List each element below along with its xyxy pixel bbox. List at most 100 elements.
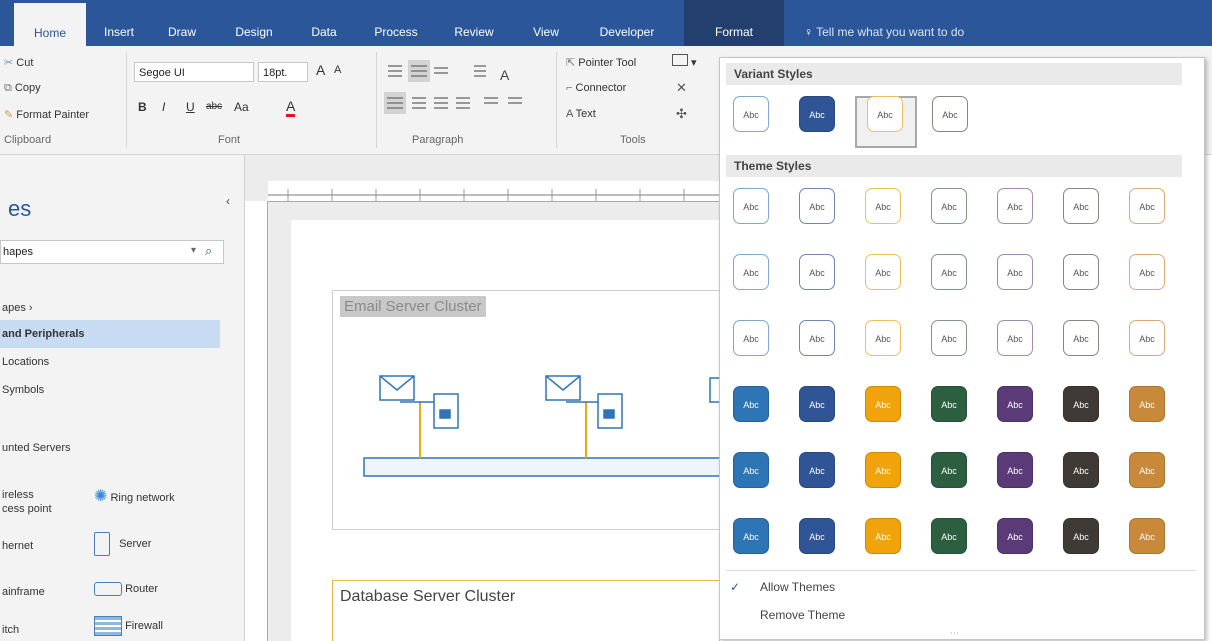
remove-theme-option[interactable]: Remove Theme bbox=[760, 608, 845, 622]
italic-button[interactable]: I bbox=[162, 100, 165, 114]
search-shapes-input[interactable]: hapes ▾ ⌕ bbox=[0, 240, 224, 264]
theme-style-swatch-r6-c2[interactable]: Abc bbox=[799, 518, 835, 554]
theme-style-swatch-r6-c1[interactable]: Abc bbox=[733, 518, 769, 554]
tab-draw[interactable]: Draw bbox=[160, 0, 204, 46]
theme-style-swatch-r6-c7[interactable]: Abc bbox=[1129, 518, 1165, 554]
theme-style-swatch-r5-c5[interactable]: Abc bbox=[997, 452, 1033, 488]
theme-style-swatch-r5-c2[interactable]: Abc bbox=[799, 452, 835, 488]
theme-style-swatch-r3-c2[interactable]: Abc bbox=[799, 320, 835, 356]
rectangle-shape-button[interactable]: ▾ bbox=[672, 54, 697, 69]
theme-style-swatch-r6-c3[interactable]: Abc bbox=[865, 518, 901, 554]
theme-style-swatch-r3-c3[interactable]: Abc bbox=[865, 320, 901, 356]
theme-style-swatch-r1-c4[interactable]: Abc bbox=[931, 188, 967, 224]
tab-review[interactable]: Review bbox=[446, 0, 502, 46]
tab-view[interactable]: View bbox=[526, 0, 566, 46]
allow-themes-option[interactable]: Allow Themes bbox=[760, 580, 835, 594]
theme-style-swatch-r2-c4[interactable]: Abc bbox=[931, 254, 967, 290]
theme-style-swatch-r2-c7[interactable]: Abc bbox=[1129, 254, 1165, 290]
container-title-email[interactable]: Email Server Cluster bbox=[340, 296, 486, 317]
theme-style-swatch-r3-c1[interactable]: Abc bbox=[733, 320, 769, 356]
shrink-font-button[interactable]: A bbox=[334, 64, 341, 76]
stencil-shape-ethernet[interactable]: hernet bbox=[2, 540, 33, 552]
grow-font-button[interactable]: A bbox=[316, 62, 325, 78]
search-icon[interactable]: ⌕ bbox=[205, 243, 212, 259]
theme-style-swatch-r2-c6[interactable]: Abc bbox=[1063, 254, 1099, 290]
container-title-database[interactable]: Database Server Cluster bbox=[340, 588, 515, 606]
pointer-tool-button[interactable]: ⇱ Pointer Tool bbox=[566, 56, 636, 69]
strikethrough-button[interactable]: abc bbox=[206, 101, 222, 112]
theme-style-swatch-r1-c6[interactable]: Abc bbox=[1063, 188, 1099, 224]
stencil-shape-server[interactable]: Server bbox=[94, 532, 151, 556]
stencil-shape-switch[interactable]: itch bbox=[2, 624, 19, 636]
format-painter-button[interactable]: ✎ Format Painter bbox=[4, 108, 89, 121]
tab-design[interactable]: Design bbox=[228, 0, 280, 46]
tab-insert[interactable]: Insert bbox=[96, 0, 142, 46]
change-case-button[interactable]: Aa bbox=[234, 100, 249, 114]
connector-button[interactable]: ⌐ Connector bbox=[566, 82, 626, 94]
theme-style-swatch-r2-c3[interactable]: Abc bbox=[865, 254, 901, 290]
tab-developer[interactable]: Developer bbox=[586, 0, 668, 46]
theme-style-swatch-r2-c1[interactable]: Abc bbox=[733, 254, 769, 290]
theme-style-swatch-r6-c5[interactable]: Abc bbox=[997, 518, 1033, 554]
variant-style-swatch-3[interactable]: Abc bbox=[867, 96, 903, 132]
font-color-button[interactable]: A bbox=[286, 98, 296, 117]
theme-style-swatch-r3-c6[interactable]: Abc bbox=[1063, 320, 1099, 356]
stencil-rack-mounted-servers[interactable]: unted Servers bbox=[2, 442, 70, 454]
theme-style-swatch-r5-c7[interactable]: Abc bbox=[1129, 452, 1165, 488]
theme-style-swatch-r4-c4[interactable]: Abc bbox=[931, 386, 967, 422]
font-family-combo[interactable]: Segoe UI bbox=[134, 62, 254, 82]
font-size-combo[interactable]: 18pt. bbox=[258, 62, 308, 82]
resize-grip-icon[interactable]: ⋯ bbox=[950, 628, 959, 639]
theme-style-swatch-r2-c2[interactable]: Abc bbox=[799, 254, 835, 290]
theme-style-swatch-r4-c7[interactable]: Abc bbox=[1129, 386, 1165, 422]
theme-style-swatch-r4-c5[interactable]: Abc bbox=[997, 386, 1033, 422]
tab-process[interactable]: Process bbox=[366, 0, 426, 46]
variant-style-swatch-2[interactable]: Abc bbox=[799, 96, 835, 132]
stencil-shape-ring-network[interactable]: ✺ Ring network bbox=[94, 486, 175, 506]
variant-style-swatch-1[interactable]: Abc bbox=[733, 96, 769, 132]
theme-style-swatch-r3-c4[interactable]: Abc bbox=[931, 320, 967, 356]
theme-style-swatch-r1-c7[interactable]: Abc bbox=[1129, 188, 1165, 224]
dropdown-arrow-icon[interactable]: ▾ bbox=[191, 245, 196, 256]
tell-me-box[interactable]: ♀ Tell me what you want to do bbox=[804, 0, 1044, 46]
stencil-shape-firewall[interactable]: Firewall bbox=[94, 616, 163, 636]
theme-style-swatch-r5-c1[interactable]: Abc bbox=[733, 452, 769, 488]
tab-data[interactable]: Data bbox=[304, 0, 344, 46]
variant-style-swatch-4[interactable]: Abc bbox=[932, 96, 968, 132]
stencil-locations[interactable]: Locations bbox=[2, 356, 49, 368]
cut-button[interactable]: ✂ Cut bbox=[4, 56, 33, 69]
theme-style-swatch-r5-c3[interactable]: Abc bbox=[865, 452, 901, 488]
connection-point-icon[interactable]: ✣ bbox=[676, 106, 687, 122]
theme-style-swatch-r3-c5[interactable]: Abc bbox=[997, 320, 1033, 356]
theme-style-swatch-r1-c3[interactable]: Abc bbox=[865, 188, 901, 224]
stencil-shape-mainframe[interactable]: ainframe bbox=[2, 586, 45, 598]
alignment-icons: A bbox=[384, 60, 522, 114]
stencil-computers-peripherals[interactable]: and Peripherals bbox=[2, 328, 85, 340]
theme-style-swatch-r5-c4[interactable]: Abc bbox=[931, 452, 967, 488]
copy-button[interactable]: ⧉ Copy bbox=[4, 82, 41, 95]
theme-style-swatch-r4-c3[interactable]: Abc bbox=[865, 386, 901, 422]
theme-style-swatch-r5-c6[interactable]: Abc bbox=[1063, 452, 1099, 488]
theme-style-swatch-r3-c7[interactable]: Abc bbox=[1129, 320, 1165, 356]
underline-button[interactable]: U bbox=[186, 100, 195, 114]
tab-format[interactable]: Format bbox=[684, 0, 784, 46]
theme-style-swatch-r1-c1[interactable]: Abc bbox=[733, 188, 769, 224]
theme-style-swatch-r4-c2[interactable]: Abc bbox=[799, 386, 835, 422]
shapes-nav-more-shapes[interactable]: apes › bbox=[2, 302, 33, 314]
stencil-symbols[interactable]: Symbols bbox=[2, 384, 44, 396]
theme-style-swatch-r6-c4[interactable]: Abc bbox=[931, 518, 967, 554]
stencil-shape-router[interactable]: Router bbox=[94, 582, 158, 596]
theme-style-swatch-r2-c5[interactable]: Abc bbox=[997, 254, 1033, 290]
tab-home[interactable]: Home bbox=[14, 0, 86, 52]
stencil-shape-wireless-access-point[interactable]: ireless cess point bbox=[2, 488, 52, 516]
close-icon[interactable]: ✕ bbox=[676, 80, 687, 96]
theme-style-swatch-r4-c1[interactable]: Abc bbox=[733, 386, 769, 422]
theme-style-swatch-r1-c2[interactable]: Abc bbox=[799, 188, 835, 224]
text-tool-button[interactable]: A Text bbox=[566, 108, 596, 120]
brush-icon: ✎ bbox=[4, 109, 14, 121]
bold-button[interactable]: B bbox=[138, 100, 147, 114]
theme-style-swatch-r1-c5[interactable]: Abc bbox=[997, 188, 1033, 224]
theme-style-swatch-r4-c6[interactable]: Abc bbox=[1063, 386, 1099, 422]
collapse-pane-icon[interactable]: ‹ bbox=[226, 194, 230, 208]
theme-style-swatch-r6-c6[interactable]: Abc bbox=[1063, 518, 1099, 554]
